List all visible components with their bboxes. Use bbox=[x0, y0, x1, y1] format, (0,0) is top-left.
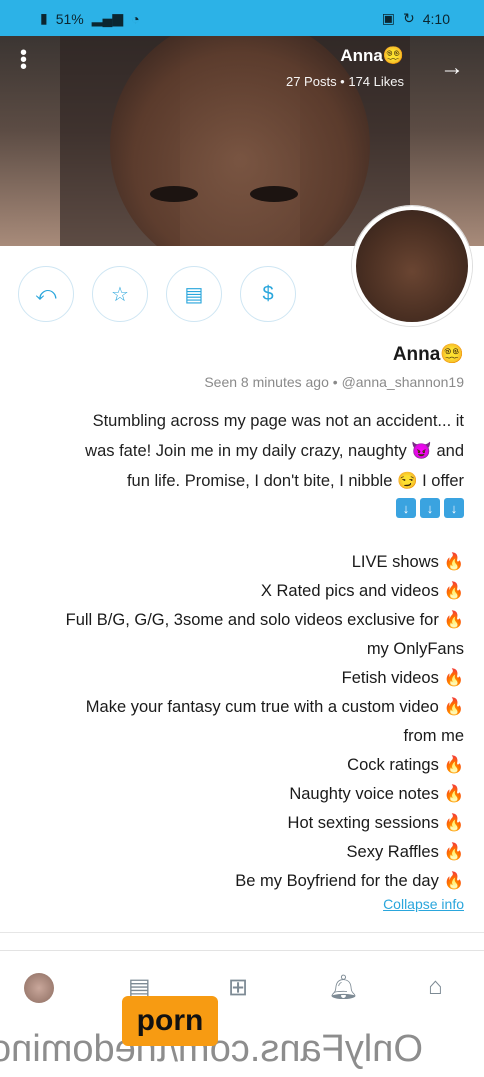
wifi-icon: ◔ bbox=[131, 10, 140, 27]
list-item: Naughty voice notes 🔥 bbox=[289, 785, 464, 803]
down-arrow-icon: ↓ bbox=[444, 498, 464, 518]
profile-handle: @anna_shannon19 bbox=[341, 374, 464, 390]
list-item: LIVE shows 🔥 bbox=[351, 553, 464, 571]
collapse-info-link[interactable]: Collapse info bbox=[383, 896, 464, 912]
fire-icon: 🔥 bbox=[443, 785, 464, 803]
share-button[interactable]: ⤺ bbox=[18, 266, 74, 322]
fire-icon: 🔥 bbox=[443, 756, 464, 774]
share-icon: ⤺ bbox=[35, 282, 57, 305]
list-item: Sexy Raffles 🔥 bbox=[346, 843, 464, 861]
star-icon: ☆ bbox=[111, 283, 129, 306]
dollar-icon: $ bbox=[262, 282, 274, 305]
more-options-icon[interactable]: • • • bbox=[20, 43, 27, 77]
add-post-nav-icon[interactable]: ⊞ bbox=[228, 973, 248, 1002]
bio-text: Stumbling across my page was not an acci… bbox=[18, 406, 464, 496]
notifications-nav-icon[interactable]: 🔔︎ bbox=[328, 973, 358, 1002]
down-arrow-icon: ↓ bbox=[396, 498, 416, 518]
signal-icon: ▂▄▆ bbox=[91, 10, 124, 26]
back-arrow-icon[interactable]: → bbox=[440, 54, 464, 82]
gallery-icon: ▣ bbox=[381, 10, 396, 26]
seen-status: Seen 8 minutes ago bbox=[204, 374, 329, 390]
cover-stats: 27 Posts • 174 Likes bbox=[285, 74, 404, 89]
fire-icon: 🔥 bbox=[443, 669, 464, 687]
list-item: Hot sexting sessions 🔥 bbox=[287, 814, 464, 832]
message-button[interactable]: ▤ bbox=[166, 266, 222, 322]
status-right: ▣ ↻ 4:10 bbox=[382, 10, 450, 27]
profile-avatar[interactable] bbox=[352, 206, 472, 326]
fire-icon: 🔥 bbox=[443, 872, 464, 890]
bio-line: Stumbling across my page was not an acci… bbox=[92, 412, 464, 430]
down-arrow-icon: ↓ bbox=[420, 498, 440, 518]
bottom-nav: ▤ ⊞ 🔔︎ ⌂ bbox=[0, 950, 484, 1031]
list-item: X Rated pics and videos 🔥 bbox=[260, 582, 464, 600]
list-item: my OnlyFans bbox=[366, 640, 464, 658]
favorite-button[interactable]: ☆ bbox=[92, 266, 148, 322]
cover-name: Anna😵‍💫 bbox=[340, 46, 404, 65]
bio-line: was fate! Join me in my daily crazy, nau… bbox=[85, 442, 464, 460]
status-time: 4:10 bbox=[422, 10, 450, 27]
fire-icon: 🔥 bbox=[443, 553, 464, 571]
battery-percent: 51% bbox=[55, 10, 84, 27]
bio-line: fun life. Promise, I don't bite, I nibbl… bbox=[126, 472, 464, 490]
fire-icon: 🔥 bbox=[443, 814, 464, 832]
offer-list: LIVE shows 🔥 X Rated pics and videos 🔥 F… bbox=[18, 548, 464, 896]
status-bar: ▮ 51% ▂▄▆ ◔ ▣ ↻ 4:10 bbox=[0, 0, 484, 36]
nav-profile-avatar[interactable] bbox=[24, 973, 54, 1003]
battery-icon: ▮ bbox=[40, 10, 48, 26]
status-left: ▮ 51% ▂▄▆ ◔ bbox=[40, 10, 140, 27]
fire-icon: 🔥 bbox=[443, 582, 464, 600]
home-nav-icon[interactable]: ⌂ bbox=[428, 973, 443, 1001]
arrow-emojis: ↓ ↓ ↓ bbox=[396, 498, 464, 518]
fire-icon: 🔥 bbox=[443, 611, 464, 629]
divider bbox=[0, 932, 484, 933]
watermark: OnlyFans.com/thedomino bbox=[0, 1022, 484, 1077]
fire-icon: 🔥 bbox=[443, 698, 464, 716]
list-item: Full B/G, G/G, 3some and solo videos exc… bbox=[65, 611, 464, 629]
list-item: Fetish videos 🔥 bbox=[341, 669, 464, 687]
list-item: Be my Boyfriend for the day 🔥 bbox=[235, 872, 464, 890]
tip-button[interactable]: $ bbox=[240, 266, 296, 322]
cover-info: Anna😵‍💫 27 Posts • 174 Likes bbox=[286, 46, 404, 89]
sync-icon: ↻ bbox=[403, 10, 415, 26]
watermark-logo: porn bbox=[122, 996, 218, 1046]
action-buttons: ⤺ ☆ ▤ $ bbox=[18, 266, 296, 322]
list-item: from me bbox=[403, 727, 464, 745]
fire-icon: 🔥 bbox=[443, 843, 464, 861]
list-item: Cock ratings 🔥 bbox=[347, 756, 464, 774]
profile-name: Anna😵‍💫 bbox=[392, 344, 464, 365]
list-item: Make your fantasy cum true with a custom… bbox=[85, 698, 464, 716]
message-icon: ▤ bbox=[184, 283, 204, 306]
profile-handle-line: Seen 8 minutes ago • @anna_shannon19 bbox=[204, 374, 464, 390]
